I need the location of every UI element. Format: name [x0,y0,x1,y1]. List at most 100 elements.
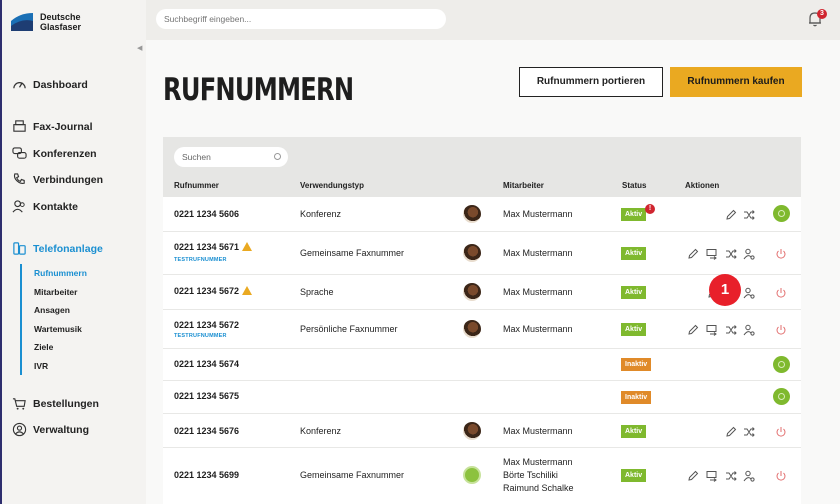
forward-call-icon[interactable] [706,323,718,336]
status-badge: Aktiv [621,469,647,482]
row-number: 0221 1234 5671 [174,242,253,252]
table-row[interactable]: 0221 1234 5672 TESTRUFNUMMER Persönliche… [163,310,801,349]
sub-item-ivr[interactable]: IVR [34,357,87,376]
edit-icon[interactable] [687,247,699,259]
brand-line1: Deutsche [40,12,81,22]
power-toggle-on[interactable] [773,388,790,405]
nav-orders[interactable]: Bestellungen [12,396,99,411]
status-badge: Aktiv [621,247,647,260]
nav-conferences-label: Konferenzen [33,147,97,160]
power-off-icon[interactable] [775,247,787,259]
table-search-input[interactable]: Suchen [174,147,288,167]
row-number: 0221 1234 5672 [174,286,253,296]
column-header-employee[interactable]: Mitarbeiter [503,181,544,190]
nav-dashboard-label: Dashboard [33,78,88,91]
shuffle-icon[interactable] [743,425,755,437]
edit-icon[interactable] [725,208,737,220]
group-avatar [463,466,481,484]
avatar [463,205,481,223]
column-header-number[interactable]: Rufnummer [174,181,219,190]
contacts-icon [12,200,25,213]
row-type: Sprache [300,287,334,297]
row-number: 0221 1234 5672 [174,320,240,330]
edit-icon[interactable] [687,469,699,481]
warning-icon [242,286,253,295]
nav-admin[interactable]: Verwaltung [12,422,89,437]
power-off-icon[interactable] [775,425,787,437]
user-settings-icon[interactable] [743,323,755,336]
test-number-tag: TESTRUFNUMMER [174,257,227,263]
nav-admin-label: Verwaltung [33,423,90,436]
table-row[interactable]: 0221 1234 5674 Inaktiv [163,349,801,381]
shuffle-icon[interactable] [725,247,737,259]
numbers-table: Suchen Rufnummer Verwendungstyp Mitarbei… [163,137,801,504]
column-header-type[interactable]: Verwendungstyp [300,181,364,190]
row-employee: Max Mustermann [503,324,573,334]
power-toggle-on[interactable] [773,205,790,222]
forward-call-icon[interactable] [706,469,718,482]
power-off-icon[interactable] [775,286,787,298]
nav-conferences[interactable]: Konferenzen [12,146,97,161]
row-employee: Max Mustermann [503,426,573,436]
shuffle-icon[interactable] [725,469,737,481]
brand-logo-icon [11,13,33,31]
nav-phone-system-label: Telefonanlage [33,242,103,255]
row-type: Konferenz [300,209,342,219]
nav-fax-label: Fax-Journal [33,120,93,133]
user-settings-icon[interactable] [743,286,755,299]
row-employees: Max Mustermann Börte Tschiliki Raimund S… [503,456,574,495]
phone-system-submenu: Rufnummern Mitarbeiter Ansagen Wartemusi… [20,264,87,375]
sidebar: Deutsche Glasfaser ◀ Dashboard Fax-Journ… [0,0,146,504]
brand-logo[interactable]: Deutsche Glasfaser [10,12,81,32]
status-badge: Aktiv [621,323,647,336]
table-row[interactable]: 0221 1234 5671 TESTRUFNUMMER Gemeinsame … [163,232,801,275]
nav-contacts[interactable]: Kontakte [12,199,78,214]
global-search-input[interactable] [156,9,446,29]
power-off-icon[interactable] [775,323,787,335]
shuffle-icon[interactable] [725,323,737,335]
brand-name: Deutsche Glasfaser [40,12,81,32]
row-employee: Börte Tschiliki [503,470,558,480]
sub-item-ansagen[interactable]: Ansagen [34,301,87,320]
sub-item-mitarbeiter[interactable]: Mitarbeiter [34,283,87,302]
user-settings-icon[interactable] [743,469,755,482]
nav-fax-journal[interactable]: Fax-Journal [12,119,93,134]
gauge-icon [13,82,26,89]
nav-dashboard[interactable]: Dashboard [12,77,88,92]
nav-connections[interactable]: Verbindungen [12,172,103,187]
avatar [463,244,481,262]
table-row[interactable]: 0221 1234 5606 Konferenz Max Mustermann … [163,197,801,232]
sub-item-rufnummern[interactable]: Rufnummern [34,264,87,283]
test-number-tag: TESTRUFNUMMER [174,333,227,339]
row-number-text: 0221 1234 5671 [174,242,240,252]
power-off-icon[interactable] [775,469,787,481]
avatar [463,422,481,440]
sub-item-ziele[interactable]: Ziele [34,338,87,357]
table-row[interactable]: 0221 1234 5675 Inaktiv [163,381,801,414]
edit-icon[interactable] [687,323,699,335]
nav-phone-system[interactable]: Telefonanlage [12,241,103,256]
forward-call-icon[interactable] [706,247,718,260]
user-settings-icon[interactable] [743,247,755,260]
nav-contacts-label: Kontakte [33,200,78,213]
table-row[interactable]: 0221 1234 5699 Gemeinsame Faxnummer Max … [163,448,801,503]
buy-numbers-button[interactable]: Rufnummern kaufen [670,67,802,97]
table-row[interactable]: 0221 1234 5672 Sprache Max Mustermann Ak… [163,275,801,310]
row-employee: Max Mustermann [503,248,573,258]
table-row[interactable]: 0221 1234 5676 Konferenz Max Mustermann … [163,414,801,448]
table-header: Suchen Rufnummer Verwendungstyp Mitarbei… [163,137,801,197]
top-bar: 3 [146,0,840,40]
table-search-placeholder: Suchen [182,152,211,162]
shuffle-icon[interactable] [743,208,755,220]
row-employee: Raimund Schalke [503,483,574,493]
power-toggle-on[interactable] [773,356,790,373]
edit-icon[interactable] [725,425,737,437]
column-header-status[interactable]: Status [622,181,646,190]
main-content: RUFNUMMERN Rufnummern portieren Rufnumme… [146,40,840,504]
warning-icon [242,242,253,251]
sub-item-wartemusik[interactable]: Wartemusik [34,320,87,339]
row-employee: Max Mustermann [503,457,573,467]
avatar [463,283,481,301]
fax-icon [13,120,26,132]
port-numbers-button[interactable]: Rufnummern portieren [519,67,663,97]
